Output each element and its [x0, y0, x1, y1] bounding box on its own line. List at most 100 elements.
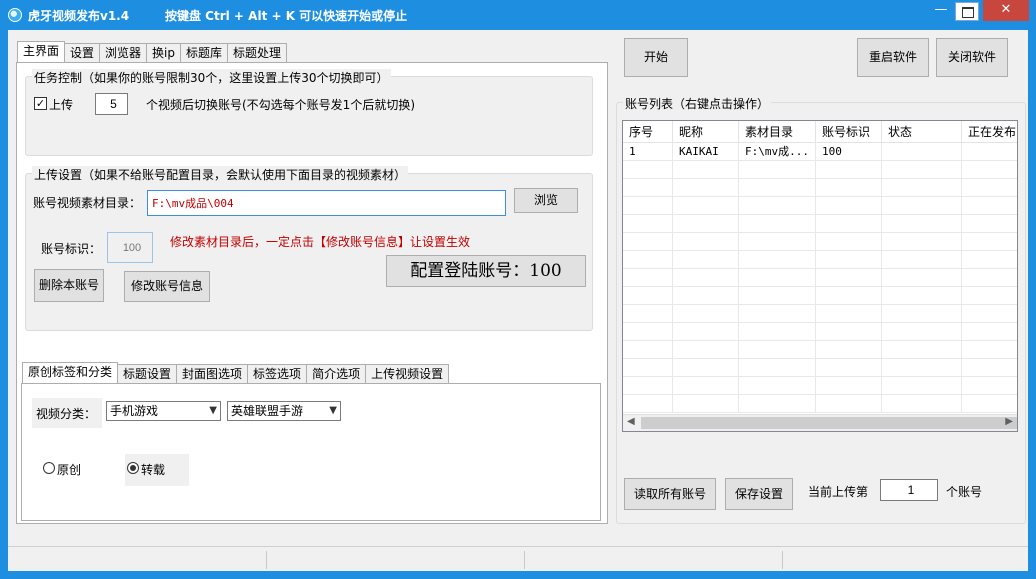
- reprint-radio-label: 转载: [141, 463, 166, 477]
- upload-checkbox-label: 上传: [49, 98, 74, 112]
- tab-settings[interactable]: 设置: [64, 43, 101, 62]
- upload-settings-legend: 上传设置（如果不给账号配置目录，会默认使用下面目录的视频素材）: [32, 166, 409, 183]
- account-list-legend: 账号列表（右键点击操作）: [623, 95, 772, 112]
- empty-row: [623, 341, 1017, 359]
- configured-account-display: 配置登陆账号：100: [386, 255, 586, 287]
- empty-row: [623, 161, 1017, 179]
- app-icon: [8, 8, 22, 22]
- empty-row: [623, 305, 1017, 323]
- main-tab-page: 任务控制（如果你的账号限制30个，这里设置上传30个切换即可） ✓ 上传 个视频…: [16, 62, 608, 524]
- current-upload-prefix: 当前上传第: [808, 485, 869, 499]
- col-publishing[interactable]: 正在发布: [962, 121, 1017, 143]
- upload-settings-group: 上传设置（如果不给账号配置目录，会默认使用下面目录的视频素材） 账号视频素材目录…: [25, 166, 593, 331]
- chevron-down-icon: ▼: [209, 405, 217, 416]
- empty-row: [623, 269, 1017, 287]
- status-divider: [524, 551, 525, 569]
- switch-count-text: 个视频后切换账号(不勾选每个账号发1个后就切换): [146, 98, 415, 112]
- account-id-input[interactable]: [107, 232, 153, 263]
- browse-button[interactable]: 浏览: [514, 188, 578, 213]
- hotkey-hint: 按键盘 Ctrl + Alt + K 可以快速开始或停止: [165, 9, 408, 23]
- tab-title-processing[interactable]: 标题处理: [227, 43, 288, 62]
- title-bar: 虎牙视频发布v1.4 按键盘 Ctrl + Alt + K 可以快速开始或停止 …: [0, 0, 1036, 30]
- scroll-right-icon[interactable]: ▶: [1005, 416, 1013, 427]
- category-primary-value: 手机游戏: [110, 404, 159, 418]
- tab-tag-options[interactable]: 标签选项: [247, 364, 308, 383]
- cell-material-dir: F:\mv成...: [739, 143, 816, 161]
- tab-intro-options[interactable]: 简介选项: [306, 364, 367, 383]
- empty-row: [623, 179, 1017, 197]
- task-control-group: 任务控制（如果你的账号限制30个，这里设置上传30个切换即可） ✓ 上传 个视频…: [25, 69, 593, 156]
- category-primary-select[interactable]: 手机游戏 ▼: [106, 401, 221, 421]
- table-row[interactable]: 1 KAIKAI F:\mv成... 100: [623, 143, 1017, 161]
- tab-upload-video-settings[interactable]: 上传视频设置: [365, 364, 450, 383]
- maximize-button[interactable]: [955, 2, 979, 21]
- read-all-accounts-button[interactable]: 读取所有账号: [624, 478, 716, 510]
- upload-checkbox[interactable]: ✓: [34, 97, 47, 110]
- empty-row: [623, 233, 1017, 251]
- close-window-button[interactable]: ✕: [983, 0, 1029, 21]
- cell-index: 1: [623, 143, 673, 161]
- status-divider: [266, 551, 267, 569]
- status-bar: [8, 546, 1028, 571]
- cell-status: [882, 143, 962, 161]
- delete-account-button[interactable]: 删除本账号: [34, 269, 104, 302]
- client-area: 主界面 设置 浏览器 换ip 标题库 标题处理 任务控制（如果你的账号限制30个…: [8, 30, 1028, 571]
- tab-original-tags[interactable]: 原创标签和分类: [22, 362, 119, 383]
- tab-change-ip[interactable]: 换ip: [146, 43, 181, 62]
- modify-account-button[interactable]: 修改账号信息: [124, 271, 210, 302]
- window-title: 虎牙视频发布v1.4: [28, 9, 130, 23]
- empty-row: [623, 359, 1017, 377]
- switch-count-input[interactable]: [95, 93, 128, 115]
- dir-change-warning: 修改素材目录后，一定点击【修改账号信息】让设置生效: [170, 235, 471, 249]
- category-secondary-value: 英雄联盟手游: [231, 404, 304, 418]
- col-material-dir[interactable]: 素材目录: [739, 121, 816, 143]
- grid-header: 序号 昵称 素材目录 账号标识 状态 正在发布: [623, 121, 1017, 143]
- sub-tab-strip: 原创标签和分类 标题设置 封面图选项 标签选项 简介选项 上传视频设置: [22, 362, 450, 383]
- chevron-down-icon: ▼: [329, 405, 337, 416]
- material-dir-label: 账号视频素材目录：: [33, 196, 142, 210]
- tab-title-settings[interactable]: 标题设置: [117, 364, 178, 383]
- task-control-legend: 任务控制（如果你的账号限制30个，这里设置上传30个切换即可）: [32, 69, 391, 86]
- scroll-left-icon[interactable]: ◀: [627, 416, 635, 427]
- status-divider: [782, 551, 783, 569]
- empty-row: [623, 287, 1017, 305]
- close-app-button[interactable]: 关闭软件: [936, 38, 1008, 77]
- col-nickname[interactable]: 昵称: [673, 121, 739, 143]
- minimize-button[interactable]: —: [932, 0, 950, 22]
- sub-tab-page: 视频分类： 手机游戏 ▼ 英雄联盟手游 ▼ 原创 转载: [21, 383, 601, 521]
- video-category-label: 视频分类：: [36, 407, 97, 421]
- tab-title-library[interactable]: 标题库: [180, 43, 229, 62]
- scrollbar-thumb[interactable]: [641, 417, 1017, 429]
- save-settings-button[interactable]: 保存设置: [725, 478, 793, 510]
- cell-nickname: KAIKAI: [673, 143, 739, 161]
- empty-row: [623, 215, 1017, 233]
- empty-row: [623, 395, 1017, 413]
- empty-row: [623, 377, 1017, 395]
- empty-row: [623, 323, 1017, 341]
- material-dir-input[interactable]: [147, 190, 506, 216]
- tab-main[interactable]: 主界面: [17, 41, 66, 62]
- restart-button[interactable]: 重启软件: [857, 38, 929, 77]
- main-tab-strip: 主界面 设置 浏览器 换ip 标题库 标题处理: [17, 41, 288, 62]
- col-status[interactable]: 状态: [882, 121, 962, 143]
- account-id-label: 账号标识：: [41, 242, 102, 256]
- account-list-group: 账号列表（右键点击操作） 序号 昵称 素材目录 账号标识 状态 正在发布 1 K…: [616, 95, 1026, 524]
- tab-browser[interactable]: 浏览器: [99, 43, 148, 62]
- col-index[interactable]: 序号: [623, 121, 673, 143]
- current-upload-suffix: 个账号: [946, 485, 983, 499]
- tab-cover-options[interactable]: 封面图选项: [176, 364, 249, 383]
- horizontal-scrollbar[interactable]: ◀ ▶: [623, 414, 1017, 431]
- cell-account-id: 100: [816, 143, 882, 161]
- account-grid[interactable]: 序号 昵称 素材目录 账号标识 状态 正在发布 1 KAIKAI F:\mv成.…: [622, 120, 1018, 432]
- start-button[interactable]: 开始: [624, 38, 688, 77]
- col-account-id[interactable]: 账号标识: [816, 121, 882, 143]
- empty-row: [623, 251, 1017, 269]
- category-secondary-select[interactable]: 英雄联盟手游 ▼: [227, 401, 341, 421]
- original-radio-label: 原创: [57, 463, 82, 477]
- cell-publishing: [962, 143, 1017, 161]
- original-radio[interactable]: [43, 462, 55, 474]
- empty-row: [623, 197, 1017, 215]
- app-window: 虎牙视频发布v1.4 按键盘 Ctrl + Alt + K 可以快速开始或停止 …: [0, 0, 1036, 579]
- reprint-radio[interactable]: [127, 462, 139, 474]
- current-upload-input[interactable]: [880, 479, 938, 501]
